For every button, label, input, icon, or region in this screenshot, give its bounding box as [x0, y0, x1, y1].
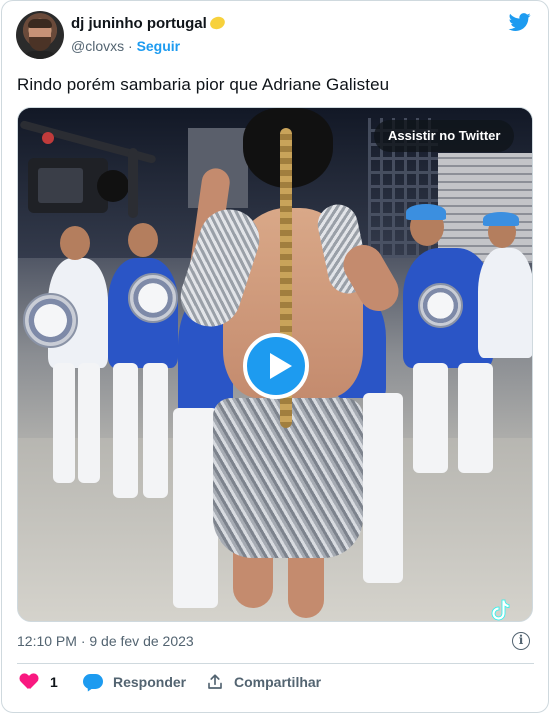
watch-on-twitter-button[interactable]: Assistir no Twitter — [374, 120, 515, 152]
reply-label: Responder — [113, 674, 187, 690]
share-label: Compartilhar — [234, 674, 322, 690]
twitter-bird-icon[interactable] — [507, 11, 533, 33]
reply-button[interactable]: Responder — [83, 669, 186, 695]
video-frame-stands — [438, 153, 532, 263]
tweet-card: dj juninho portugal @clovxs · Seguir Rin… — [1, 0, 549, 713]
tweet-text: Rindo porém sambaria pior que Adriane Ga… — [17, 75, 390, 94]
tiktok-logo-icon — [491, 599, 510, 621]
avatar[interactable] — [16, 11, 64, 59]
author-display-name[interactable]: dj juninho portugal — [71, 15, 207, 32]
heart-icon — [20, 674, 38, 690]
share-icon — [208, 674, 222, 689]
tweet-timestamp[interactable]: 12:10 PM · 9 de fev de 2023 — [17, 633, 194, 649]
follow-button[interactable]: Seguir — [137, 38, 181, 54]
like-count: 1 — [50, 674, 58, 690]
lemon-icon — [208, 14, 227, 32]
video-frame-performer — [478, 248, 532, 358]
video-frame-camera — [20, 120, 156, 218]
info-icon[interactable]: i — [512, 632, 530, 650]
share-button[interactable]: Compartilhar — [206, 669, 321, 695]
divider — [17, 663, 534, 664]
video-player[interactable]: Assistir no Twitter — [17, 107, 533, 622]
reply-bubble-icon — [83, 673, 103, 693]
like-button[interactable]: 1 — [20, 669, 58, 695]
play-icon[interactable] — [243, 333, 309, 399]
author-handle[interactable]: @clovxs — [71, 38, 124, 54]
author-name[interactable]: dj juninho portugal — [71, 14, 227, 32]
tweet-actions: 1 Responder Compartilhar — [17, 669, 537, 695]
separator-dot: · — [128, 38, 133, 54]
author-handle-row: @clovxs · Seguir — [71, 38, 180, 54]
